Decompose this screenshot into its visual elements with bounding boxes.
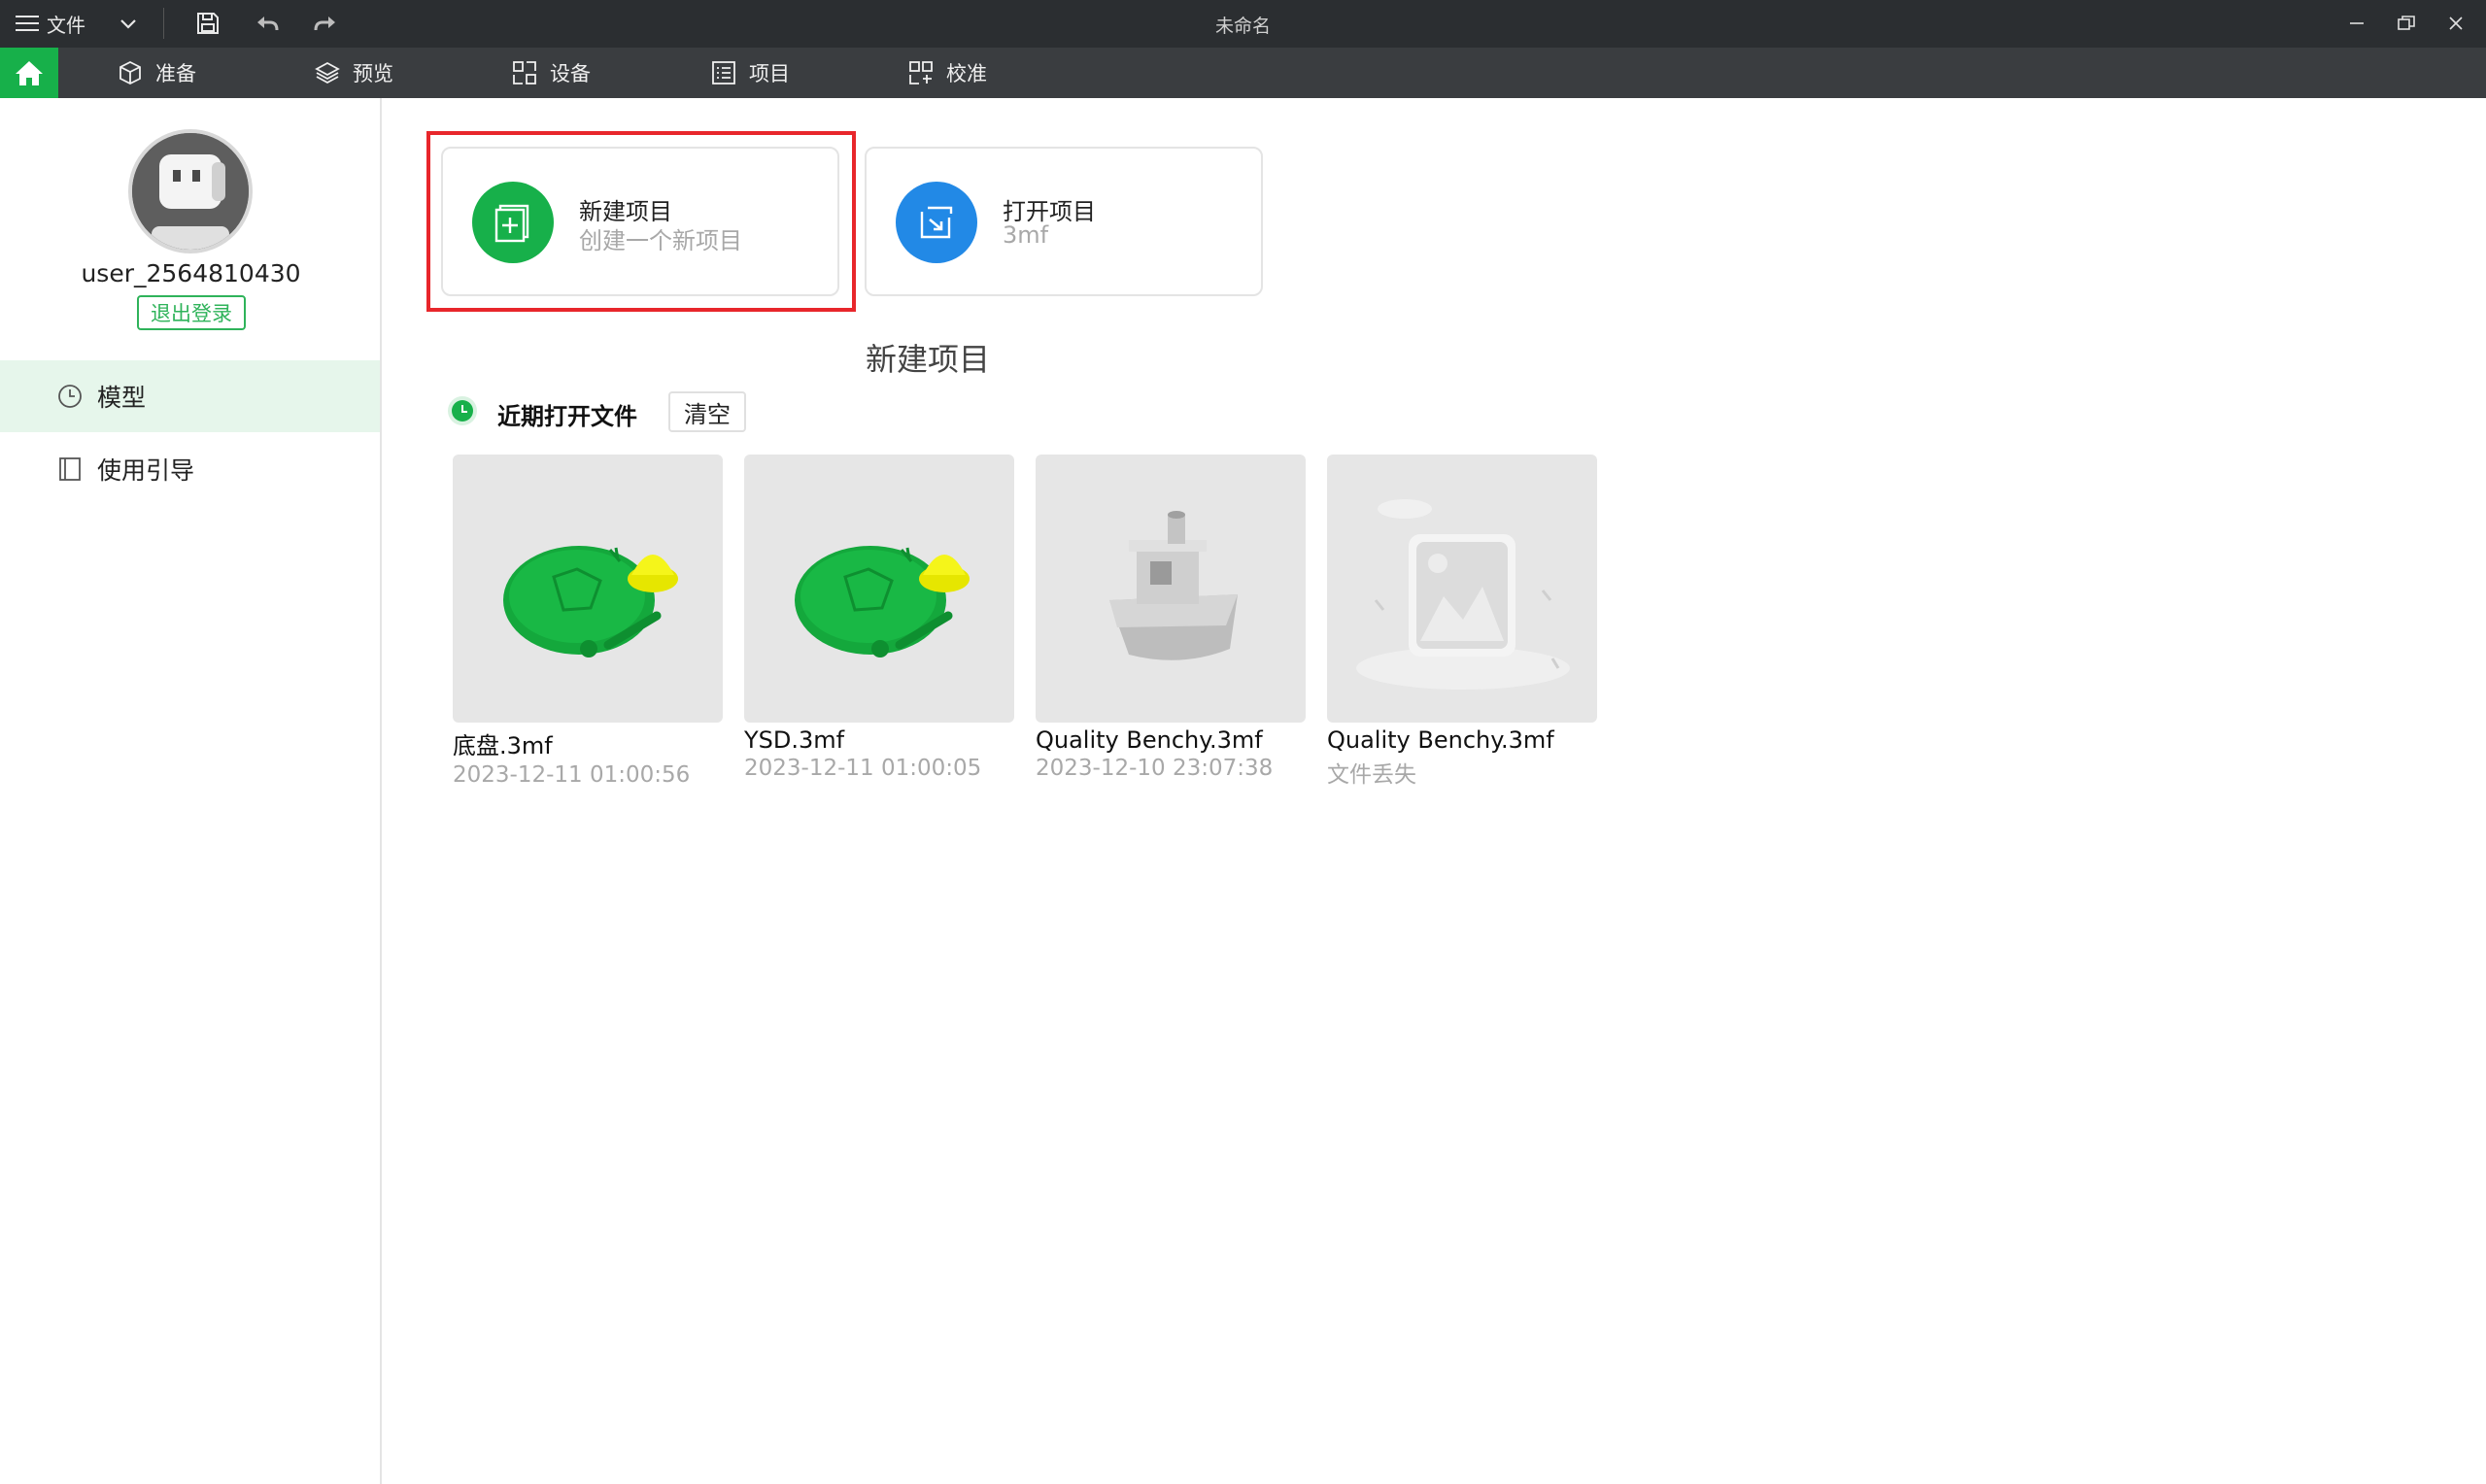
new-project-icon (472, 182, 554, 263)
open-project-card[interactable]: 打开项目 3mf (865, 147, 1263, 296)
file-date: 2023-12-11 01:00:05 (744, 756, 982, 781)
list-icon (712, 61, 735, 84)
clear-recent-button[interactable]: 清空 (668, 391, 746, 432)
new-project-subtitle: 创建一个新项目 (579, 227, 742, 254)
tab-label: 项目 (749, 62, 790, 85)
recent-file-item[interactable]: YSD.3mf 2023-12-11 01:00:05 (744, 455, 1014, 781)
recent-file-item[interactable]: 底盘.3mf 2023-12-11 01:00:56 (453, 455, 723, 788)
robot-avatar-icon (132, 133, 249, 250)
green-disc-model-icon (795, 546, 970, 658)
file-thumbnail (453, 455, 723, 723)
file-status: 文件丢失 (1327, 762, 1416, 788)
title-bar: 文件 未命名 (0, 0, 2486, 48)
file-name: Quality Benchy.3mf (1327, 726, 1554, 754)
sidebar-item-label: 模型 (97, 384, 147, 412)
book-icon (59, 457, 81, 481)
window-title: 未命名 (1214, 16, 1271, 37)
recent-clock-icon (448, 396, 477, 425)
missing-image-placeholder-icon (1356, 499, 1570, 690)
file-name: Quality Benchy.3mf (1036, 726, 1263, 754)
close-icon[interactable] (2442, 10, 2469, 37)
benchy-boat-model-icon (1109, 511, 1238, 660)
tab-label: 设备 (550, 62, 591, 85)
avatar[interactable] (128, 129, 253, 253)
sidebar-item-label: 使用引导 (97, 456, 195, 485)
file-name: YSD.3mf (744, 726, 845, 754)
tooltip: 新建项目 (865, 341, 990, 378)
sidebar: user_2564810430 退出登录 模型 使用引导 (0, 98, 382, 1484)
cube-icon (119, 60, 141, 85)
device-icon (513, 61, 536, 84)
tab-label: 预览 (353, 62, 393, 85)
tab-device[interactable]: 设备 (511, 48, 591, 98)
sidebar-item-models[interactable]: 模型 (0, 360, 380, 432)
file-thumbnail (1036, 455, 1306, 723)
file-name: 底盘.3mf (453, 732, 553, 759)
layers-icon (315, 61, 340, 84)
recent-files-title: 近期打开文件 (497, 403, 637, 430)
tab-label: 准备 (155, 62, 196, 85)
file-thumbnail (1327, 455, 1597, 723)
calibrate-icon (909, 61, 933, 84)
main-tab-bar: 准备 预览 设备 项目 校准 (0, 48, 2486, 98)
minimize-icon[interactable] (2343, 10, 2370, 37)
username: user_2564810430 (81, 259, 301, 287)
tab-project[interactable]: 项目 (710, 48, 790, 98)
tab-preview[interactable]: 预览 (314, 48, 393, 98)
open-project-subtitle: 3mf (1003, 221, 1049, 249)
home-tab[interactable] (0, 48, 58, 98)
green-disc-model-icon (503, 546, 678, 658)
file-date: 2023-12-11 01:00:56 (453, 762, 691, 788)
file-date: 2023-12-10 23:07:38 (1036, 756, 1274, 781)
home-icon (16, 61, 43, 85)
open-project-icon (896, 182, 977, 263)
clock-icon (58, 385, 82, 408)
tab-calibrate[interactable]: 校准 (907, 48, 987, 98)
sidebar-item-guide[interactable]: 使用引导 (0, 433, 380, 505)
recent-file-item[interactable]: Quality Benchy.3mf 文件丢失 (1327, 455, 1597, 789)
new-project-card[interactable]: 新建项目 创建一个新项目 (441, 147, 839, 296)
file-thumbnail (744, 455, 1014, 723)
tab-prepare[interactable]: 准备 (117, 48, 196, 98)
restore-icon[interactable] (2393, 10, 2420, 37)
recent-file-item[interactable]: Quality Benchy.3mf 2023-12-10 23:07:38 (1036, 455, 1306, 781)
logout-button[interactable]: 退出登录 (137, 295, 246, 330)
tab-label: 校准 (946, 62, 987, 85)
